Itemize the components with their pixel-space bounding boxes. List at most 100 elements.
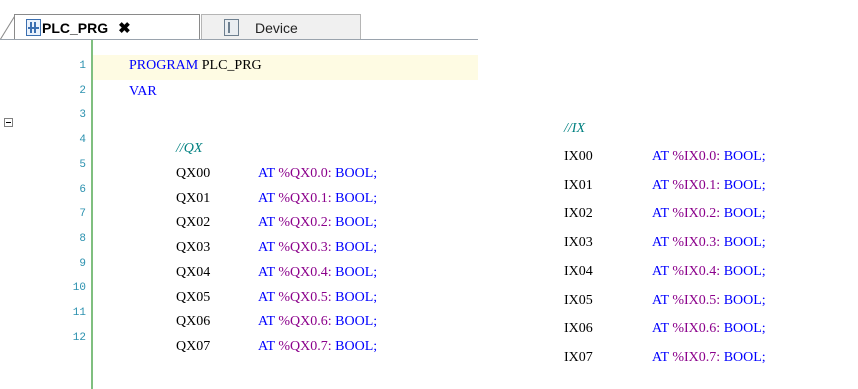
code-line-2: VAR (129, 84, 157, 100)
io-address: %QX0.6: (278, 314, 332, 330)
ix-declaration-row: IX05 AT %IX0.5: BOOL; (564, 293, 766, 309)
ix-declaration-row: IX06 AT %IX0.6: BOOL; (564, 321, 766, 337)
type-bool: BOOL; (335, 264, 378, 280)
line-number: 6 (79, 183, 86, 196)
type-bool: BOOL; (335, 289, 378, 305)
qx-declaration-row: QX03 AT %QX0.3: BOOL; (176, 240, 377, 256)
at-keyword: AT (258, 166, 275, 181)
variable-name: IX01 (564, 177, 593, 193)
qx-declaration-row: QX04 AT %QX0.4: BOOL; (176, 265, 377, 281)
line-number: 12 (72, 331, 86, 344)
io-address: %QX0.4: (278, 264, 332, 280)
gutter-separator (91, 40, 93, 389)
qx-declaration-row: QX01 AT %QX0.1: BOOL; (176, 191, 377, 207)
at-keyword: AT (258, 215, 275, 231)
type-bool: BOOL; (335, 314, 378, 330)
at-keyword: AT (652, 235, 669, 251)
io-address: %IX0.1: (672, 177, 721, 193)
variable-name: IX05 (564, 292, 593, 308)
at-keyword: AT (258, 338, 275, 354)
variable-name: QX07 (176, 338, 211, 354)
io-address: %IX0.4: (672, 263, 721, 279)
variable-name: IX02 (564, 206, 593, 222)
qx-declaration-row: QX07 AT %QX0.7: BOOL; (176, 339, 377, 355)
at-keyword: AT (258, 289, 275, 305)
type-bool: BOOL; (723, 206, 766, 222)
code-line-1: PROGRAM PLC_PRG (129, 58, 262, 74)
collapse-toggle-icon[interactable] (4, 118, 13, 127)
at-keyword: AT (652, 149, 669, 164)
type-bool: BOOL; (335, 338, 378, 354)
line-number: 4 (79, 134, 86, 147)
qx-comment: //QX (176, 141, 203, 156)
type-bool: BOOL; (723, 349, 766, 365)
io-address: %IX0.7: (672, 349, 721, 365)
line-number: 11 (72, 307, 86, 319)
line-number: 5 (79, 158, 86, 171)
variable-name: IX07 (564, 349, 593, 365)
type-bool: BOOL; (335, 166, 378, 181)
tab-plc-prg[interactable]: PLC_PRG ✖ (14, 14, 200, 41)
qx-declaration-row: QX02 AT %QX0.2: BOOL; (176, 215, 377, 231)
variable-name: QX02 (176, 215, 211, 231)
ix-comment: //IX (564, 121, 585, 136)
at-keyword: AT (258, 264, 275, 280)
at-keyword: AT (652, 263, 669, 279)
at-keyword: AT (652, 292, 669, 308)
io-address: %QX0.5: (278, 289, 332, 305)
tab-label: PLC_PRG (42, 19, 109, 36)
qx-declaration-row: QX06 AT %QX0.6: BOOL; (176, 314, 377, 330)
line-number: 9 (79, 257, 86, 270)
at-keyword: AT (652, 321, 669, 337)
io-address: %QX0.0: (278, 166, 332, 181)
io-address: %IX0.2: (672, 206, 721, 222)
line-number: 2 (79, 84, 86, 97)
type-bool: BOOL; (723, 235, 766, 251)
io-address: %IX0.6: (672, 321, 721, 337)
variable-name: IX00 (564, 149, 593, 164)
type-bool: BOOL; (335, 190, 378, 206)
program-name: PLC_PRG (201, 58, 262, 73)
editor-tab-strip: PLC_PRG ✖ Device (0, 0, 478, 41)
program-icon (26, 19, 41, 36)
qx-declaration-row: QX05 AT %QX0.5: BOOL; (176, 290, 377, 306)
io-address: %QX0.3: (278, 240, 332, 256)
type-bool: BOOL; (723, 263, 766, 279)
type-bool: BOOL; (335, 215, 378, 231)
tab-device[interactable]: Device (201, 14, 361, 40)
close-icon[interactable]: ✖ (118, 19, 131, 37)
type-bool: BOOL; (723, 292, 766, 308)
at-keyword: AT (652, 349, 669, 365)
io-address: %QX0.2: (278, 215, 332, 231)
io-address: %IX0.5: (672, 292, 721, 308)
at-keyword: AT (258, 190, 275, 206)
at-keyword: AT (258, 240, 275, 256)
type-bool: BOOL; (335, 240, 378, 256)
io-address: %IX0.0: (672, 149, 721, 164)
ix-declaration-row: IX02 AT %IX0.2: BOOL; (564, 206, 766, 222)
type-bool: BOOL; (723, 321, 766, 337)
io-address: %QX0.7: (278, 338, 332, 354)
variable-name: QX01 (176, 190, 211, 206)
program-keyword: PROGRAM (129, 58, 199, 73)
variable-name: IX03 (564, 235, 593, 251)
qx-declaration-row: QX00 AT %QX0.0: BOOL; (176, 166, 377, 182)
var-keyword: VAR (129, 84, 157, 99)
line-number: 10 (72, 282, 86, 295)
at-keyword: AT (652, 206, 669, 222)
type-bool: BOOL; (723, 149, 766, 164)
variable-name: IX04 (564, 263, 593, 279)
line-number: 1 (79, 60, 86, 72)
variable-name: QX06 (176, 314, 211, 330)
line-number: 8 (79, 232, 86, 245)
ix-declaration-row: IX04 AT %IX0.4: BOOL; (564, 264, 766, 280)
at-keyword: AT (258, 314, 275, 330)
line-number: 7 (79, 208, 86, 221)
tab-label: Device (255, 19, 298, 36)
variable-name: QX03 (176, 240, 211, 256)
ix-declaration-row: IX01 AT %IX0.1: BOOL; (564, 178, 766, 194)
line-number: 3 (79, 109, 86, 122)
variable-name: QX05 (176, 289, 211, 305)
at-keyword: AT (652, 177, 669, 193)
io-address: %QX0.1: (278, 190, 332, 206)
